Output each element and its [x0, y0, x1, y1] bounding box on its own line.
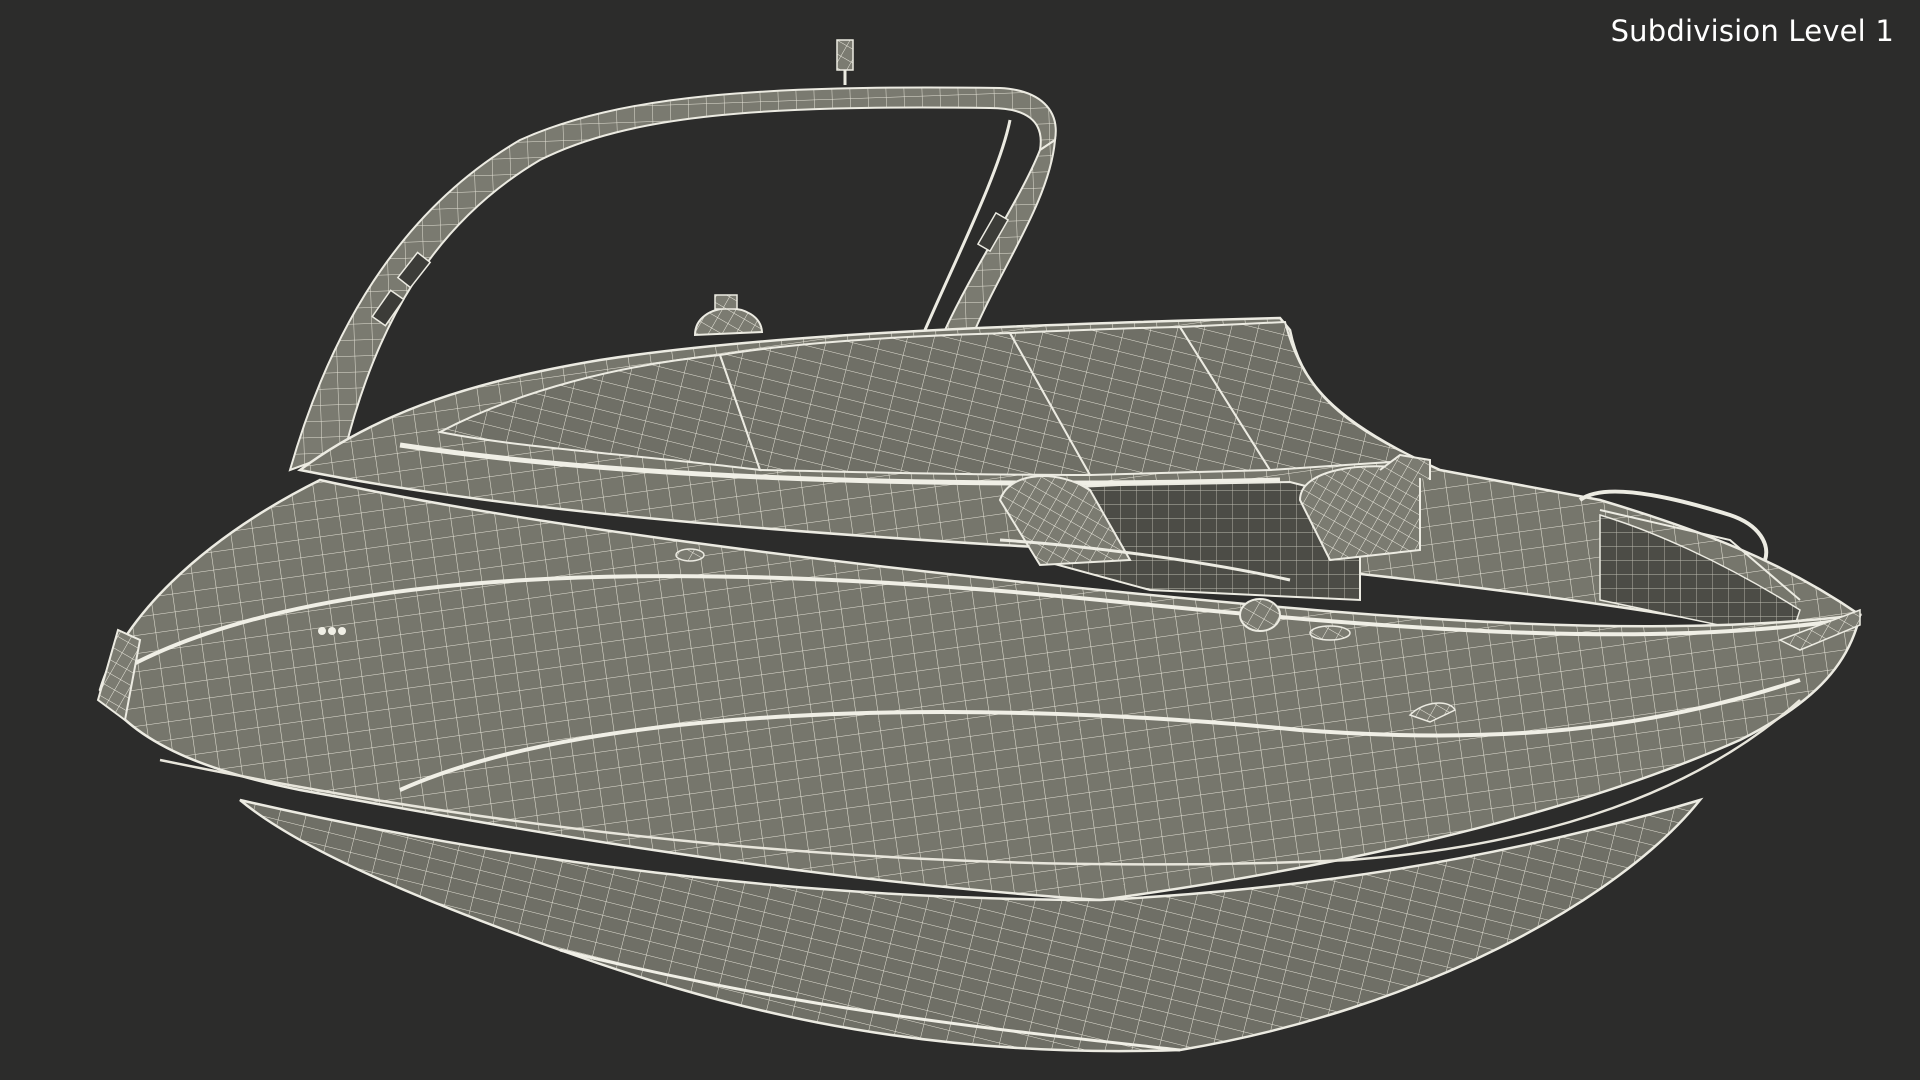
render-viewport: Subdivision Level 1 — [0, 0, 1920, 1080]
boat-wireframe-render — [96, 39, 1863, 1053]
subdivision-level-label: Subdivision Level 1 — [1610, 14, 1894, 48]
deck-light-pod — [693, 294, 764, 337]
